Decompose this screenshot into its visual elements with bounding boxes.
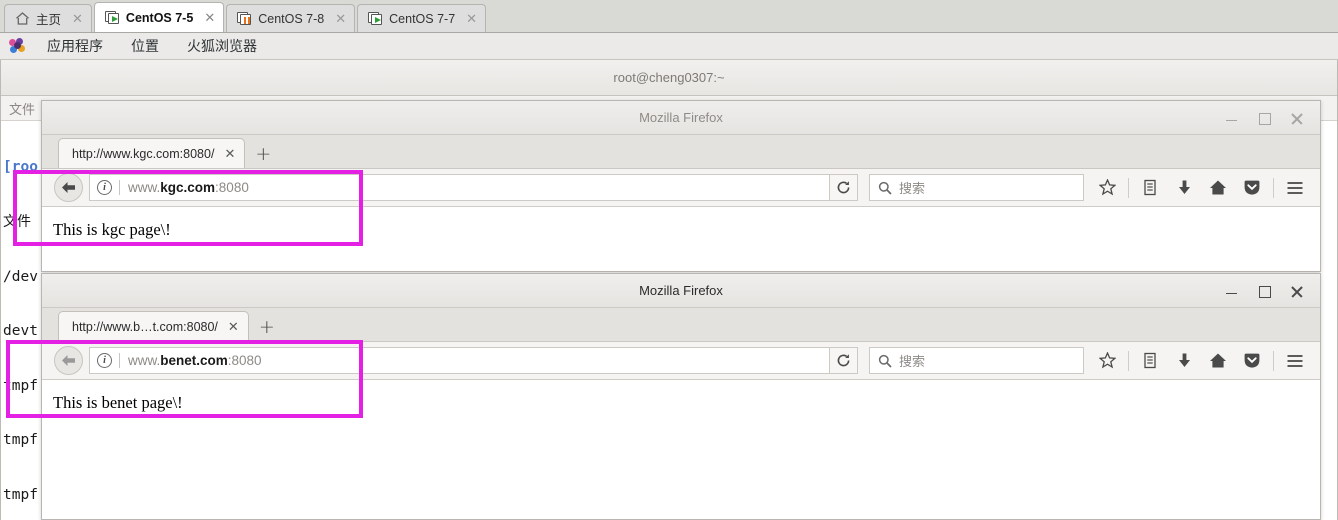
firefox-titlebar: Mozilla Firefox xyxy=(42,101,1320,135)
hamburger-menu-icon[interactable] xyxy=(1278,346,1312,376)
site-info-icon[interactable]: i xyxy=(97,180,112,195)
gnome-menu-firefox[interactable]: 火狐浏览器 xyxy=(173,36,271,56)
hamburger-menu-icon[interactable] xyxy=(1278,173,1312,203)
new-tab-button[interactable]: + xyxy=(259,318,275,337)
close-button[interactable] xyxy=(1291,285,1304,298)
url-host: benet.com xyxy=(160,353,228,368)
toolbar-divider xyxy=(1128,350,1129,371)
maximize-button[interactable] xyxy=(1258,112,1271,125)
search-input[interactable]: 搜索 xyxy=(869,347,1084,374)
vmware-tab-label: CentOS 7-7 xyxy=(389,11,456,26)
home-icon xyxy=(15,11,30,26)
url-port: :8080 xyxy=(227,353,262,368)
page-content-benet: This is benet page\! xyxy=(42,380,1320,519)
vmware-tab-close-icon[interactable]: ✕ xyxy=(72,12,83,25)
terminal-titlebar: root@cheng0307:~ xyxy=(1,60,1337,96)
library-icon[interactable] xyxy=(1133,346,1167,376)
close-button[interactable] xyxy=(1291,112,1304,125)
search-placeholder: 搜索 xyxy=(899,354,926,369)
vmware-tab-close-icon[interactable]: ✕ xyxy=(466,12,477,25)
search-input[interactable]: 搜索 xyxy=(869,174,1084,201)
browser-tab-kgc[interactable]: http://www.kgc.com:8080/ ✕ xyxy=(58,138,246,168)
firefox-titlebar: Mozilla Firefox xyxy=(42,274,1320,308)
firefox-tabbar: http://www.kgc.com:8080/ ✕ + xyxy=(42,135,1320,169)
bookmark-star-icon[interactable] xyxy=(1090,173,1124,203)
vm-running-icon xyxy=(368,11,383,26)
firefox-toolbar-icons xyxy=(1090,346,1312,376)
firefox-window-kgc: Mozilla Firefox http://www.kgc.com:8080/… xyxy=(41,100,1321,272)
url-host: kgc.com xyxy=(160,180,216,195)
firefox-tabbar: http://www.b…t.com:8080/ ✕ + xyxy=(42,308,1320,342)
url-port: :8080 xyxy=(215,180,249,195)
search-icon xyxy=(878,354,892,368)
reload-icon[interactable] xyxy=(830,174,858,201)
toolbar-divider xyxy=(1273,177,1274,198)
maximize-button[interactable] xyxy=(1258,285,1271,298)
page-content-kgc: This is kgc page\! xyxy=(42,207,1320,271)
minimize-button[interactable] xyxy=(1225,112,1238,125)
url-prefix: www. xyxy=(128,353,161,368)
back-button[interactable] xyxy=(54,346,83,375)
page-body-text: This is benet page\! xyxy=(53,393,183,412)
firefox-window-title: Mozilla Firefox xyxy=(639,110,723,125)
pocket-icon[interactable] xyxy=(1235,346,1269,376)
vm-paused-icon xyxy=(237,11,252,26)
search-icon xyxy=(878,181,892,195)
home-icon[interactable] xyxy=(1201,346,1235,376)
gnome-top-panel: 应用程序 位置 火狐浏览器 xyxy=(0,33,1338,60)
terminal-title: root@cheng0307:~ xyxy=(613,70,725,85)
back-button[interactable] xyxy=(54,173,83,202)
url-prefix: www. xyxy=(128,180,161,195)
url-bar[interactable]: i www. benet.com:8080 xyxy=(89,347,830,374)
vmware-tab-label: 主页 xyxy=(36,13,62,27)
vmware-tab-centos-7-5[interactable]: CentOS 7-5 ✕ xyxy=(93,2,225,32)
vmware-tab-label: CentOS 7-8 xyxy=(258,11,325,26)
toolbar-divider xyxy=(1273,350,1274,371)
browser-tab-label: http://www.kgc.com:8080/ xyxy=(72,146,215,161)
firefox-navigation-toolbar: i www. kgc.com:8080 搜索 xyxy=(42,169,1320,207)
vmware-tab-close-icon[interactable]: ✕ xyxy=(204,11,215,24)
pocket-icon[interactable] xyxy=(1235,173,1269,203)
browser-tab-benet[interactable]: http://www.b…t.com:8080/ ✕ xyxy=(58,311,249,341)
browser-tab-label: http://www.b…t.com:8080/ xyxy=(72,319,218,334)
tab-close-icon[interactable]: ✕ xyxy=(228,320,239,333)
vmware-tab-centos-7-7[interactable]: CentOS 7-7 ✕ xyxy=(357,4,487,32)
terminal-menu-file[interactable]: 文件 xyxy=(9,99,35,118)
vm-running-icon xyxy=(104,10,120,25)
page-body-text: This is kgc page\! xyxy=(53,220,171,239)
home-icon[interactable] xyxy=(1201,173,1235,203)
downloads-icon[interactable] xyxy=(1167,346,1201,376)
vmware-tab-strip: 主页 ✕ CentOS 7-5 ✕ CentOS 7-8 ✕ CentOS 7-… xyxy=(0,0,1338,33)
reload-icon[interactable] xyxy=(830,347,858,374)
gnome-menu-places[interactable]: 位置 xyxy=(117,36,173,56)
window-controls xyxy=(1225,274,1312,308)
minimize-button[interactable] xyxy=(1225,285,1238,298)
gnome-menu-applications[interactable]: 应用程序 xyxy=(33,36,117,56)
firefox-toolbar-icons xyxy=(1090,173,1312,203)
toolbar-divider xyxy=(1128,177,1129,198)
url-bar[interactable]: i www. kgc.com:8080 xyxy=(89,174,830,201)
vmware-tab-close-icon[interactable]: ✕ xyxy=(335,12,346,25)
window-controls xyxy=(1225,101,1312,135)
bookmark-star-icon[interactable] xyxy=(1090,346,1124,376)
downloads-icon[interactable] xyxy=(1167,173,1201,203)
library-icon[interactable] xyxy=(1133,173,1167,203)
vmware-tab-label: CentOS 7-5 xyxy=(125,10,194,25)
new-tab-button[interactable]: + xyxy=(255,145,271,164)
firefox-window-title: Mozilla Firefox xyxy=(639,283,723,298)
url-separator xyxy=(119,353,120,368)
site-info-icon[interactable]: i xyxy=(97,353,112,368)
vmware-tab-centos-7-8[interactable]: CentOS 7-8 ✕ xyxy=(226,4,356,32)
tab-close-icon[interactable]: ✕ xyxy=(224,147,235,160)
search-placeholder: 搜索 xyxy=(899,181,926,196)
gnome-applications-icon xyxy=(9,38,26,54)
url-separator xyxy=(119,180,120,195)
firefox-window-benet: Mozilla Firefox http://www.b…t.com:8080/… xyxy=(41,273,1321,520)
vmware-tab-home[interactable]: 主页 ✕ xyxy=(4,4,92,32)
firefox-navigation-toolbar: i www. benet.com:8080 搜索 xyxy=(42,342,1320,380)
